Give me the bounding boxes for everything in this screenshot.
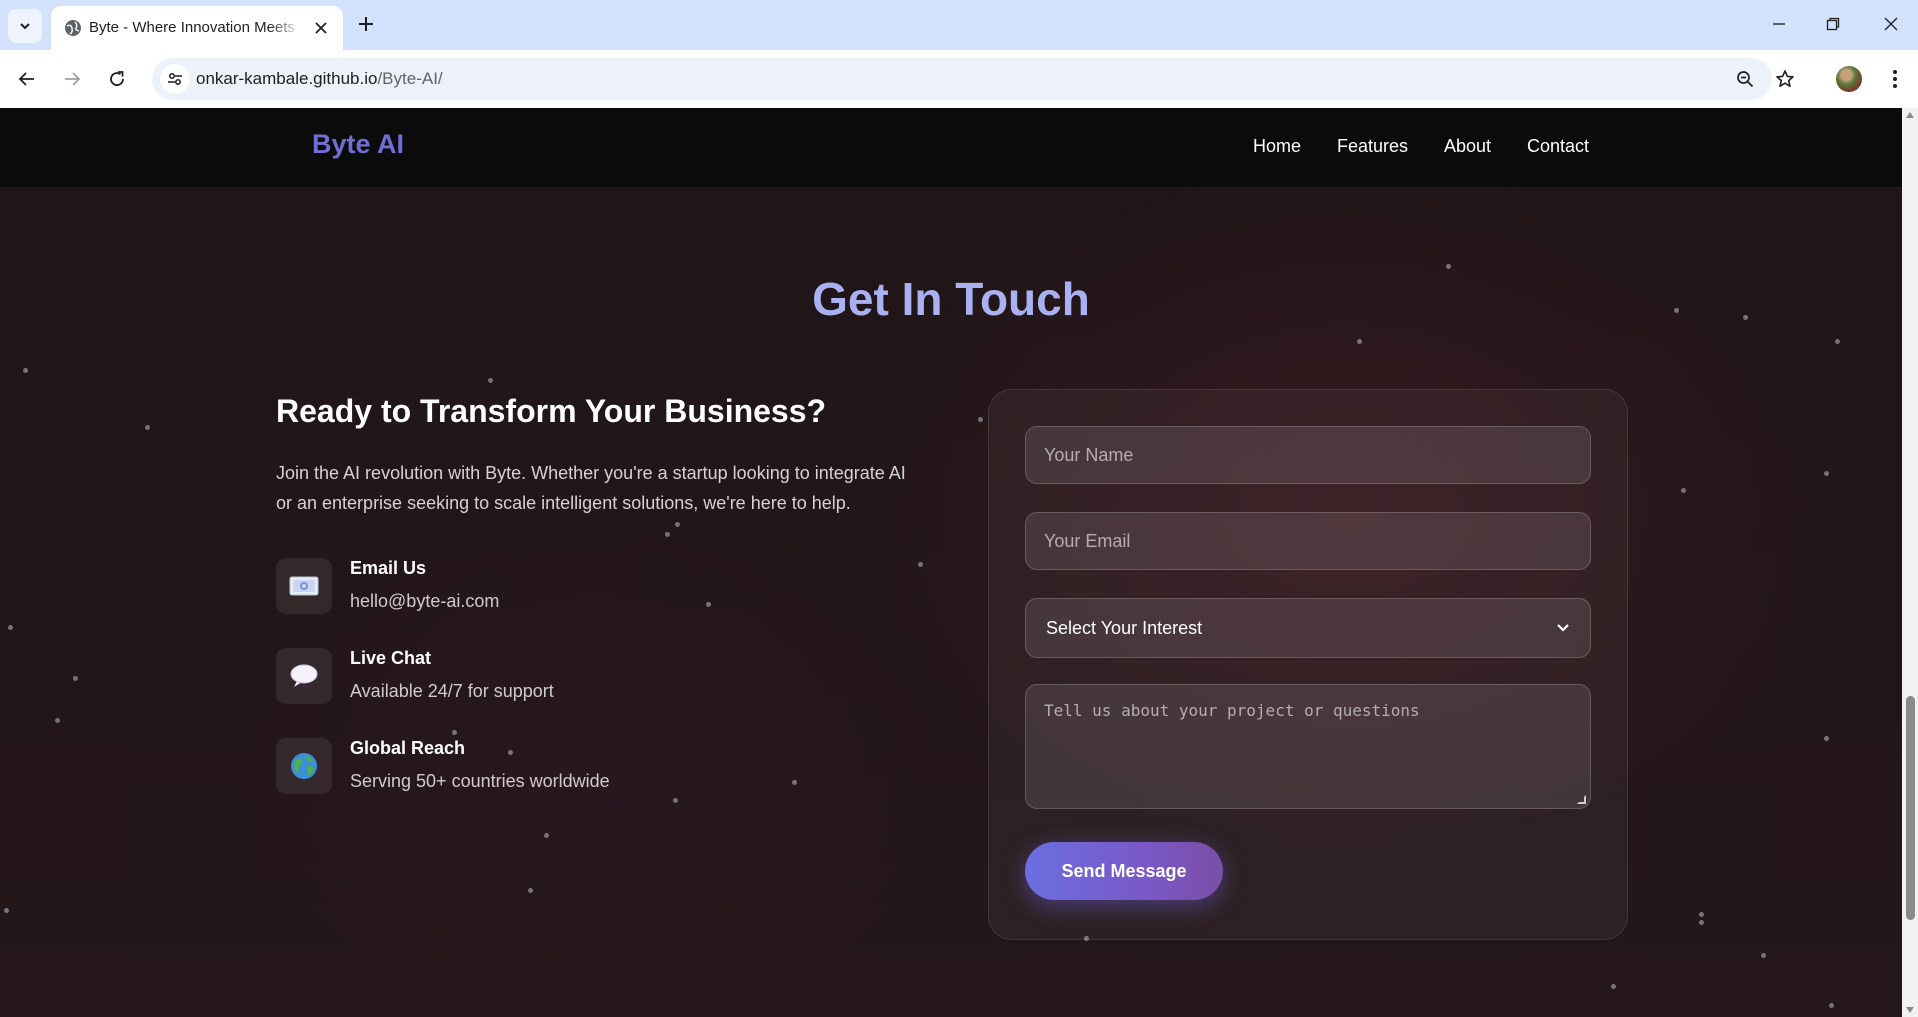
star	[675, 522, 680, 527]
star	[1824, 736, 1829, 741]
browser-tab-strip: Byte - Where Innovation Meets	[0, 0, 1918, 50]
contact-item-value: Serving 50+ countries worldwide	[350, 771, 610, 791]
site-info-button[interactable]	[160, 64, 190, 94]
arrow-left-icon	[18, 72, 34, 86]
page-scrollbar[interactable]	[1902, 108, 1918, 1017]
new-tab-button[interactable]	[352, 10, 380, 38]
close-window-button[interactable]	[1868, 6, 1914, 42]
back-button[interactable]	[10, 62, 44, 96]
nav-link-home[interactable]: Home	[1253, 136, 1301, 157]
scroll-down-arrow-icon[interactable]	[1906, 1007, 1914, 1013]
url-host: onkar-kambale.github.io	[196, 69, 378, 88]
contact-item-title: Live Chat	[350, 648, 432, 668]
message-field[interactable]	[1025, 684, 1591, 809]
star	[73, 676, 78, 681]
close-tab-icon[interactable]	[311, 18, 331, 38]
email-input[interactable]	[1026, 513, 1590, 569]
reload-button[interactable]	[100, 62, 134, 96]
close-icon	[1884, 17, 1898, 31]
star	[1829, 1003, 1834, 1008]
minimize-icon	[1773, 23, 1785, 25]
star	[1611, 984, 1616, 989]
star	[1824, 471, 1829, 476]
contact-item-title: Email Us	[350, 558, 427, 578]
chat-bubble-icon	[276, 648, 332, 704]
star	[452, 730, 457, 735]
contact-item-value: Available 24/7 for support	[350, 681, 554, 701]
star	[544, 833, 549, 838]
scroll-up-arrow-icon[interactable]	[1906, 112, 1914, 118]
interest-selected-value: Select Your Interest	[1046, 617, 1203, 638]
contact-description: Join the AI revolution with Byte. Whethe…	[276, 463, 906, 513]
more-vertical-icon	[1893, 70, 1897, 88]
contact-item-title: Global Reach	[350, 738, 466, 758]
browser-toolbar: onkar-kambale.github.io/Byte-AI/	[0, 50, 1918, 108]
contact-form: Select Your Interest Send Message	[988, 389, 1628, 940]
contact-item-value: hello@byte-ai.com	[350, 591, 500, 611]
tab-search-button[interactable]	[8, 9, 42, 43]
star	[8, 625, 13, 630]
star	[1681, 488, 1686, 493]
zoom-out-icon	[1737, 71, 1754, 88]
message-textarea[interactable]	[1026, 685, 1590, 808]
star	[145, 425, 150, 430]
contact-item-global: Global Reach Serving 50+ countries world…	[276, 738, 836, 798]
reload-icon	[110, 71, 124, 86]
chevron-down-icon	[20, 23, 30, 30]
bookmark-button[interactable]	[1772, 66, 1798, 92]
scrollbar-thumb[interactable]	[1906, 696, 1915, 920]
nav-link-contact[interactable]: Contact	[1527, 136, 1589, 157]
globe-favicon-icon	[65, 20, 81, 36]
contact-item-email: Email Us hello@byte-ai.com	[276, 558, 836, 618]
restore-icon	[1826, 17, 1840, 31]
site-navbar: Byte AI Home Features About Contact	[0, 108, 1902, 188]
star	[918, 562, 923, 567]
star	[488, 378, 493, 383]
arrow-right-icon	[65, 72, 81, 86]
site-logo[interactable]: Byte AI	[312, 129, 404, 160]
plus-icon	[359, 17, 373, 31]
section-title: Get In Touch	[812, 273, 1090, 325]
name-field[interactable]	[1025, 426, 1591, 484]
tune-icon	[168, 73, 182, 85]
forward-button[interactable]	[55, 62, 89, 96]
email-icon	[276, 558, 332, 614]
browser-tab[interactable]: Byte - Where Innovation Meets	[51, 6, 343, 50]
name-input[interactable]	[1026, 427, 1590, 483]
contact-item-chat: Live Chat Available 24/7 for support	[276, 648, 836, 708]
star	[1761, 953, 1766, 958]
star	[4, 908, 9, 913]
contact-heading: Ready to Transform Your Business?	[276, 393, 827, 429]
url-path: /Byte-AI/	[377, 69, 443, 88]
star	[1699, 912, 1704, 917]
nav-link-about[interactable]: About	[1444, 136, 1491, 157]
globe-icon	[276, 738, 332, 794]
email-field[interactable]	[1025, 512, 1591, 570]
star	[1446, 264, 1451, 269]
address-bar[interactable]: onkar-kambale.github.io/Byte-AI/	[152, 58, 1772, 100]
star	[665, 532, 670, 537]
chevron-down-icon	[1557, 624, 1569, 632]
star	[1357, 339, 1362, 344]
star	[978, 417, 983, 422]
star	[673, 798, 678, 803]
nav-link-features[interactable]: Features	[1337, 136, 1408, 157]
browser-menu-button[interactable]	[1880, 62, 1910, 96]
zoom-button[interactable]	[1732, 66, 1758, 92]
tab-title: Byte - Where Innovation Meets	[89, 19, 295, 36]
send-message-button[interactable]: Send Message	[1025, 842, 1223, 900]
url-text: onkar-kambale.github.io/Byte-AI/	[196, 69, 443, 89]
star-icon	[1776, 70, 1794, 87]
restore-window-button[interactable]	[1810, 6, 1856, 42]
star	[528, 888, 533, 893]
minimize-window-button[interactable]	[1756, 6, 1802, 42]
interest-select[interactable]: Select Your Interest	[1025, 598, 1591, 658]
star	[55, 718, 60, 723]
profile-avatar[interactable]	[1836, 66, 1862, 92]
star	[1699, 920, 1704, 925]
star	[23, 368, 28, 373]
page-viewport: Byte AI Home Features About Contact Get …	[0, 108, 1902, 1017]
star	[1835, 339, 1840, 344]
